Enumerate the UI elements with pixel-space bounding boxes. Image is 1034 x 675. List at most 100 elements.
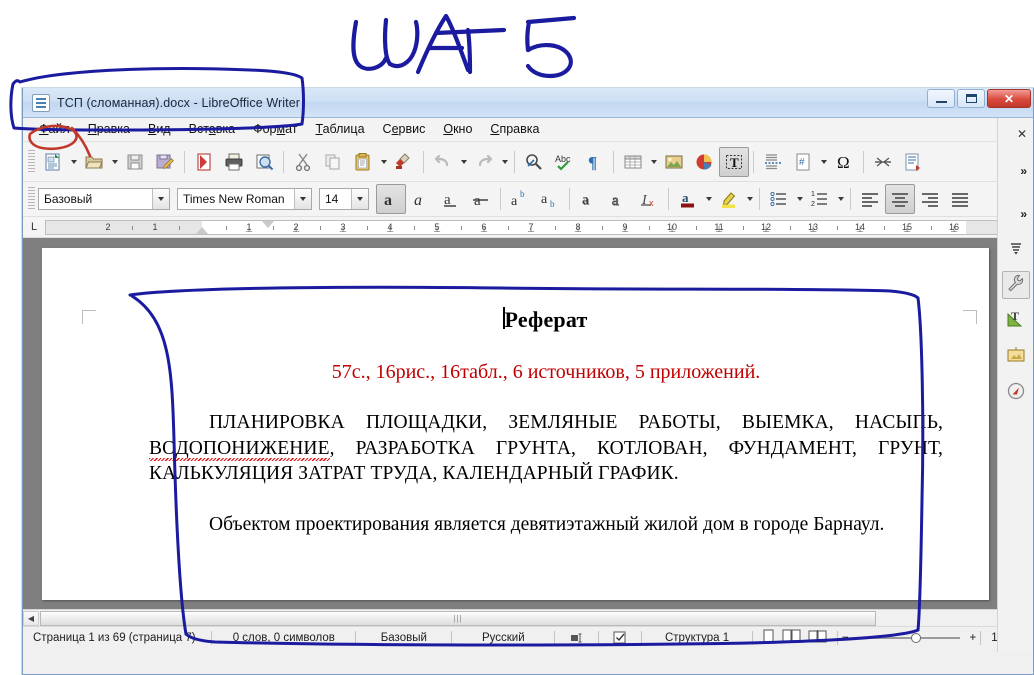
align-right-icon[interactable] — [915, 184, 945, 214]
menu-item-table[interactable]: Таблица — [307, 120, 374, 139]
redo-icon[interactable] — [469, 147, 499, 177]
sidebar-expand-icon-2[interactable]: » — [1020, 207, 1027, 221]
menu-item-insert[interactable]: Вставка — [180, 120, 244, 139]
sidebar-item-gallery[interactable] — [1002, 343, 1030, 371]
zoom-slider-knob[interactable] — [910, 632, 921, 643]
ruler-tab-stop[interactable]: ⊥ — [903, 224, 911, 234]
ruler-tab-stop[interactable]: ⊥ — [715, 224, 723, 234]
paragraph-style-dropdown-icon[interactable] — [152, 189, 169, 209]
multi-page-view-icon[interactable] — [782, 629, 801, 646]
redo-dropdown-icon[interactable] — [499, 147, 510, 177]
new-document-dropdown-icon[interactable] — [68, 147, 79, 177]
book-view-icon[interactable] — [808, 629, 827, 646]
ruler-tab-stop[interactable]: ⊥ — [386, 224, 394, 234]
subscript-icon[interactable]: ab — [535, 184, 565, 214]
clone-formatting-icon[interactable] — [389, 147, 419, 177]
font-name-dropdown-icon[interactable] — [294, 189, 311, 209]
export-pdf-icon[interactable] — [189, 147, 219, 177]
bold-icon[interactable]: a — [376, 184, 406, 214]
sidebar-item-properties[interactable] — [1001, 271, 1030, 299]
print-icon[interactable] — [219, 147, 249, 177]
insert-table-dropdown-icon[interactable] — [648, 147, 659, 177]
insert-field-dropdown-icon[interactable] — [818, 147, 829, 177]
print-preview-icon[interactable] — [249, 147, 279, 177]
insert-field-icon[interactable]: # — [788, 147, 818, 177]
superscript-icon[interactable]: ab — [505, 184, 535, 214]
underline-icon[interactable]: a — [436, 184, 466, 214]
maximize-button[interactable] — [957, 89, 985, 108]
status-language[interactable]: Русский — [452, 630, 554, 646]
find-replace-icon[interactable] — [519, 147, 549, 177]
ordered-list-icon[interactable]: 12 — [805, 184, 835, 214]
save-as-icon[interactable] — [150, 147, 180, 177]
new-document-icon[interactable] — [38, 147, 68, 177]
ruler-left-indent-marker[interactable] — [196, 226, 208, 234]
align-center-icon[interactable] — [885, 184, 915, 214]
ruler-tab-stop[interactable]: ⊥ — [950, 224, 958, 234]
sidebar-item-styles[interactable]: T — [1002, 307, 1030, 335]
insert-mode-icon[interactable] — [555, 630, 597, 646]
status-page[interactable]: Страница 1 из 69 (страница 7) — [23, 630, 211, 646]
save-icon[interactable] — [120, 147, 150, 177]
status-paragraph-style[interactable]: Базовый — [356, 630, 451, 646]
special-character-icon[interactable]: Ω — [829, 147, 859, 177]
paste-icon[interactable] — [348, 147, 378, 177]
insert-table-icon[interactable] — [618, 147, 648, 177]
insert-page-break-icon[interactable] — [758, 147, 788, 177]
ruler-tab-stop[interactable]: ⊥ — [480, 224, 488, 234]
single-page-view-icon[interactable] — [763, 629, 775, 646]
ruler-tab-stop[interactable]: ⊥ — [621, 224, 629, 234]
ordered-list-dropdown-icon[interactable] — [835, 184, 846, 214]
document-text-frame[interactable]: Реферат 57с., 16рис., 16табл., 6 источни… — [149, 255, 943, 600]
status-outline[interactable]: Структура 1 — [642, 630, 752, 646]
highlighting-icon[interactable] — [714, 184, 744, 214]
selection-mode-icon[interactable] — [599, 630, 641, 646]
paragraph-style-combo[interactable]: Базовый — [38, 188, 170, 210]
font-color-dropdown-icon[interactable] — [703, 184, 714, 214]
ruler-tab-stop[interactable]: ⊥ — [574, 224, 582, 234]
open-file-dropdown-icon[interactable] — [109, 147, 120, 177]
menu-item-help[interactable]: Справка — [481, 120, 548, 139]
align-justify-icon[interactable] — [945, 184, 975, 214]
sidebar-settings-icon[interactable] — [1009, 242, 1023, 260]
font-color-icon[interactable]: a — [673, 184, 703, 214]
ruler-tab-stop[interactable]: ⊥ — [245, 224, 253, 234]
toolbar-grip[interactable] — [28, 149, 35, 174]
strikethrough-icon[interactable]: a — [466, 184, 496, 214]
ruler-tab-stop[interactable]: ⊥ — [433, 224, 441, 234]
menu-item-view[interactable]: Вид — [139, 120, 180, 139]
align-left-icon[interactable] — [855, 184, 885, 214]
spelling-icon[interactable]: Abc — [549, 147, 579, 177]
clear-formatting-icon[interactable]: Ix — [634, 184, 664, 214]
ruler-tab-stop[interactable]: ⊥ — [292, 224, 300, 234]
zoom-out-button[interactable]: − — [838, 630, 853, 646]
outline-icon[interactable]: a — [604, 184, 634, 214]
unordered-list-icon[interactable] — [764, 184, 794, 214]
ruler-first-line-indent-marker[interactable] — [262, 220, 274, 228]
ruler-tab-stop[interactable]: ⊥ — [527, 224, 535, 234]
toolbar-grip[interactable] — [28, 187, 35, 211]
menu-item-edit[interactable]: Правка — [79, 120, 139, 139]
insert-image-icon[interactable] — [659, 147, 689, 177]
undo-icon[interactable] — [428, 147, 458, 177]
sidebar-expand-icon[interactable]: » — [1020, 164, 1027, 178]
ruler-tab-stop[interactable]: ⊥ — [339, 224, 347, 234]
ruler-tab-stop[interactable]: ⊥ — [809, 224, 817, 234]
document-page[interactable]: Реферат 57с., 16рис., 16табл., 6 источни… — [42, 248, 989, 600]
scroll-left-button[interactable]: ◀ — [23, 610, 39, 626]
italic-icon[interactable]: a — [406, 184, 436, 214]
cut-icon[interactable] — [288, 147, 318, 177]
font-name-combo[interactable]: Times New Roman — [177, 188, 312, 210]
horizontal-scrollbar[interactable]: ◀ ||| ▶ — [23, 609, 1033, 626]
menu-item-file[interactable]: Файл — [30, 120, 79, 139]
ruler-tab-stop[interactable]: ⊥ — [762, 224, 770, 234]
minimize-button[interactable] — [927, 89, 955, 108]
paste-dropdown-icon[interactable] — [378, 147, 389, 177]
track-changes-icon[interactable] — [898, 147, 928, 177]
font-size-dropdown-icon[interactable] — [351, 189, 368, 209]
tab-stop-selector[interactable]: L — [23, 218, 45, 236]
horizontal-ruler[interactable]: 2 1 1 ⊥ 2 ⊥ 3 ⊥ 4 ⊥ 5 ⊥ 6 ⊥ 7 ⊥ 8 ⊥ 9 ⊥ 10 ⊥ 11 ⊥ 12 ⊥ 13 ⊥ 14 ⊥ 15 ⊥ 16… — [45, 219, 1007, 235]
sidebar-item-navigator[interactable] — [1002, 379, 1030, 407]
ruler-tab-stop[interactable]: ⊥ — [856, 224, 864, 234]
open-file-icon[interactable] — [79, 147, 109, 177]
